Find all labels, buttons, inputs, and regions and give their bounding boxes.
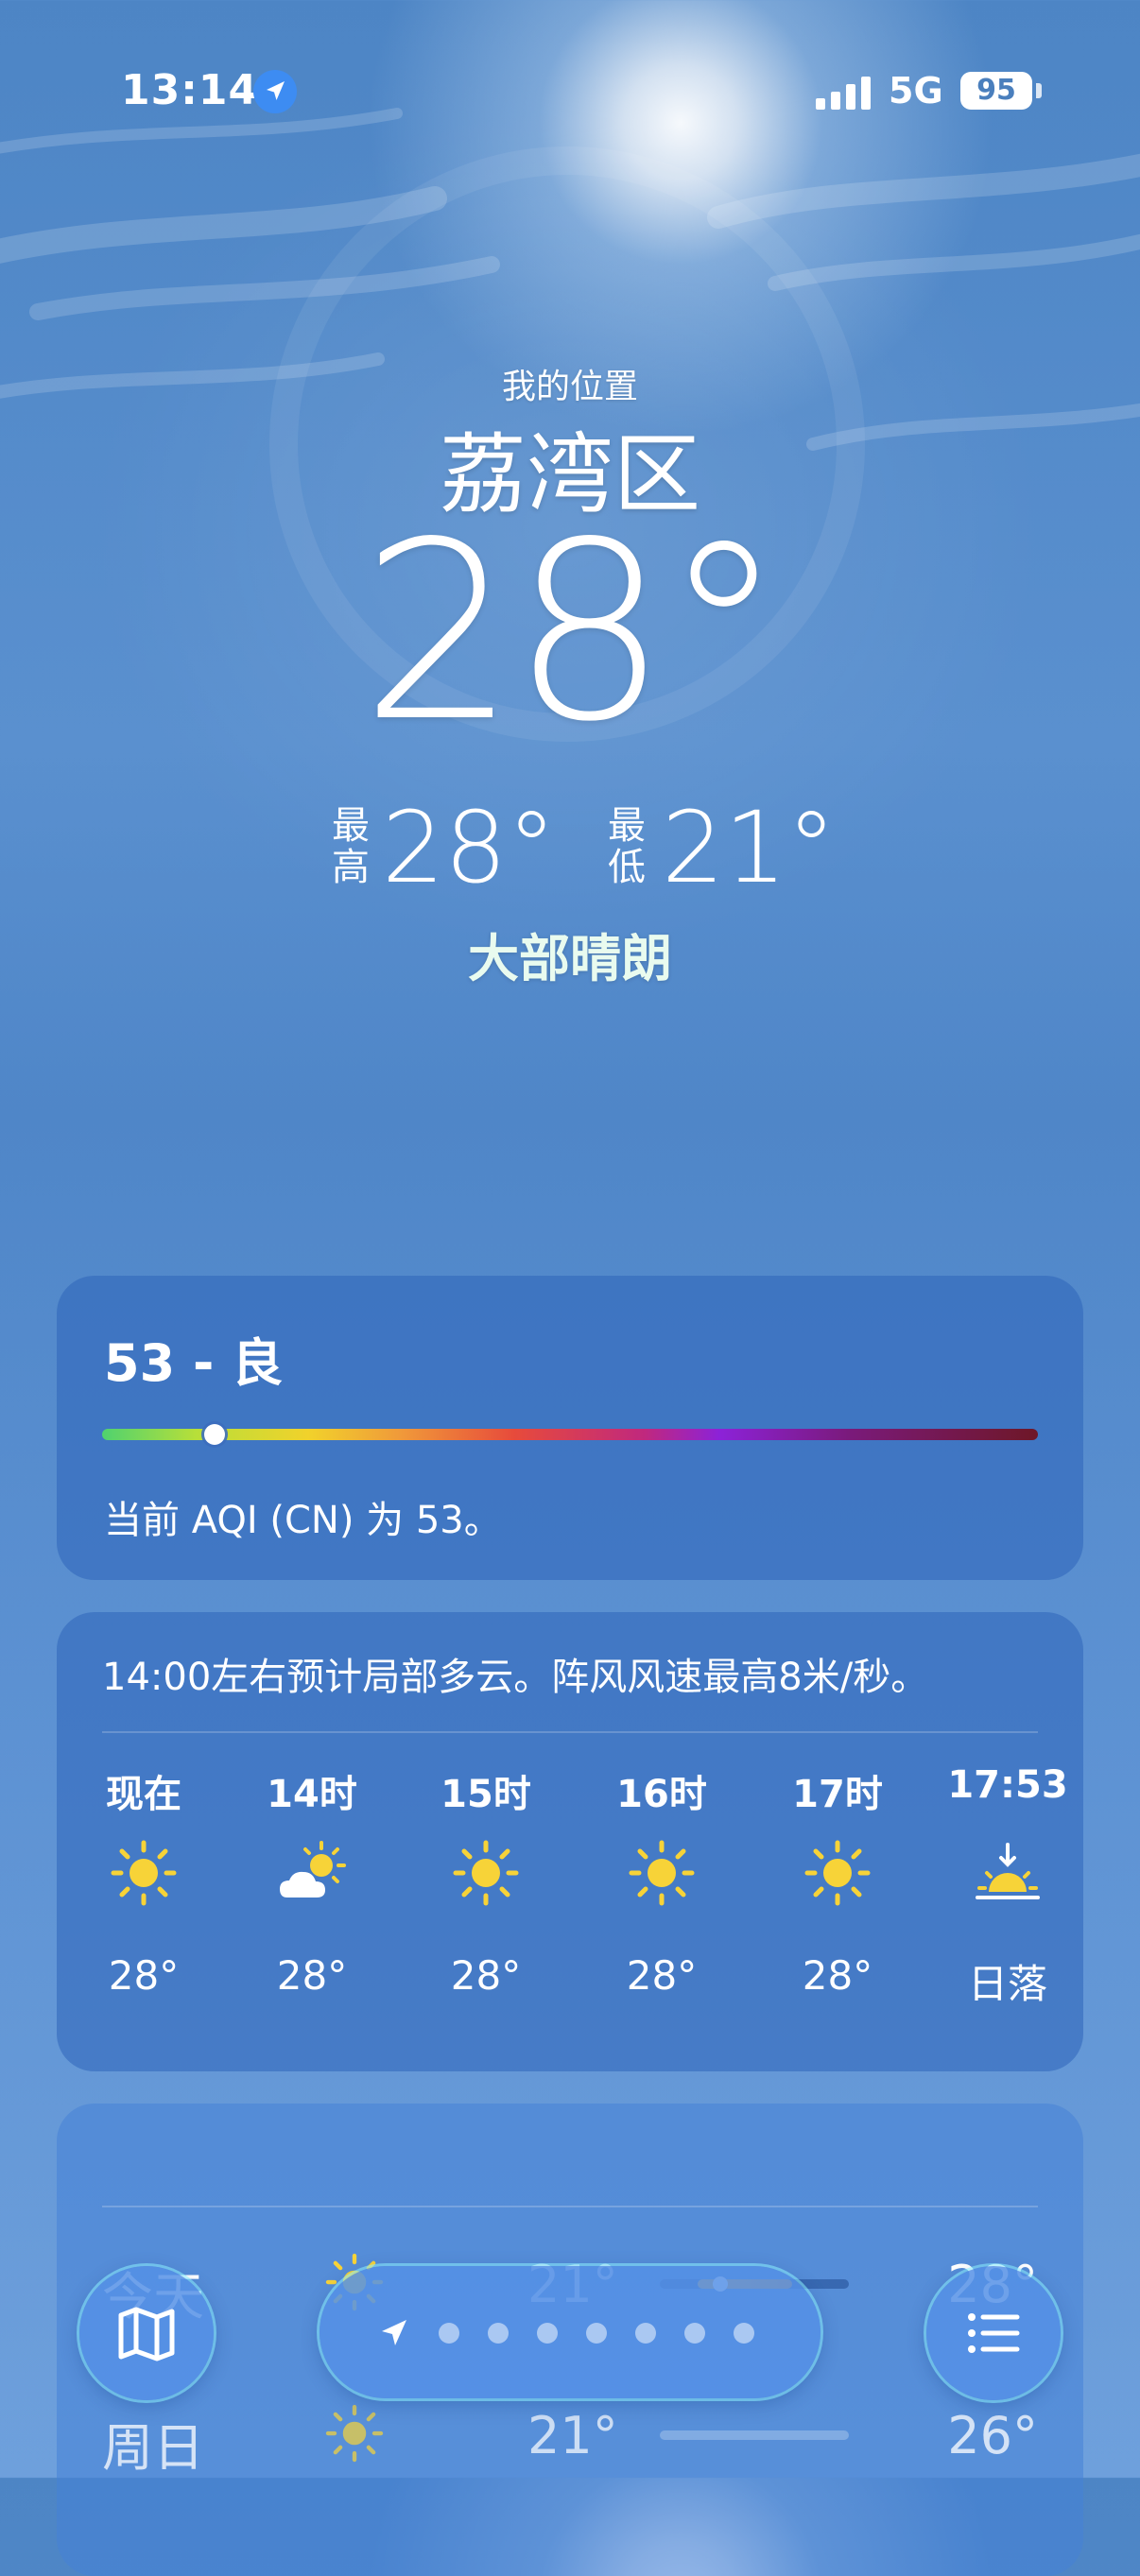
page-dot[interactable] <box>586 2323 607 2344</box>
hour-label: 16时 <box>616 1773 707 1816</box>
hour-item[interactable]: 16时 28° <box>596 1763 728 2047</box>
status-bar: 13:14 5G 95 <box>0 62 1140 119</box>
sun-icon <box>111 1840 177 1906</box>
current-temperature: 28° <box>360 490 786 776</box>
location-arrow-icon <box>382 2320 406 2345</box>
hour-label: 15时 <box>440 1773 531 1816</box>
sun-icon <box>453 1840 519 1906</box>
hour-label: 17时 <box>792 1773 883 1816</box>
day-row[interactable]: 周日 21° 26° <box>102 2396 1038 2482</box>
hourly-forecast-card[interactable]: 14:00左右预计局部多云。阵风风速最高8米/秒。 现在 28° 14时 28°… <box>57 1612 1083 2071</box>
condition-text: 大部晴朗 <box>468 929 672 988</box>
high-value: 28° <box>382 790 557 905</box>
page-indicator[interactable] <box>320 2266 820 2398</box>
location-label: 我的位置 <box>501 368 638 406</box>
air-quality-card[interactable]: 53 - 良 当前 AQI (CN) 为 53。 <box>57 1276 1083 1580</box>
page-dot[interactable] <box>684 2323 705 2344</box>
hourly-summary: 14:00左右预计局部多云。阵风风速最高8米/秒。 <box>102 1656 929 1699</box>
location-services-icon <box>253 70 297 113</box>
sun-icon <box>325 2404 384 2463</box>
hourly-divider <box>102 1731 1038 1733</box>
daily-divider <box>102 2206 1038 2207</box>
hour-label: 17:53 <box>947 1763 1068 1807</box>
sun-icon <box>629 1840 695 1906</box>
aqi-description: 当前 AQI (CN) 为 53。 <box>104 1499 502 1542</box>
page-dot[interactable] <box>537 2323 558 2344</box>
page-dot[interactable] <box>734 2323 754 2344</box>
aqi-scale-bar <box>102 1429 1038 1440</box>
page-dot[interactable] <box>488 2323 509 2344</box>
page-dot[interactable] <box>635 2323 656 2344</box>
signal-icon <box>816 77 871 110</box>
low-label: 最低 <box>608 804 646 889</box>
hour-item[interactable]: 17:53 日落 <box>941 1763 1074 2047</box>
location-list-button[interactable] <box>926 2266 1061 2400</box>
page-dot[interactable] <box>439 2323 459 2344</box>
hour-temp: 日落 <box>967 1961 1047 2007</box>
status-time: 13:14 <box>121 66 259 114</box>
hour-temp: 28° <box>626 1952 698 1999</box>
map-button[interactable] <box>79 2266 214 2400</box>
list-icon <box>968 2313 1020 2353</box>
hour-label: 14时 <box>267 1773 357 1816</box>
hour-item[interactable]: 14时 28° <box>246 1763 378 2047</box>
aqi-title: 53 - 良 <box>104 1333 284 1393</box>
hour-temp: 28° <box>276 1952 348 1999</box>
battery-icon: 95 <box>960 72 1032 110</box>
high-low: 最高 28° 最低 21° <box>0 796 1140 900</box>
hour-temp: 28° <box>450 1952 522 1999</box>
battery-tip <box>1036 83 1042 98</box>
hour-temp: 28° <box>802 1952 873 1999</box>
high-label: 最高 <box>332 804 370 889</box>
hour-item[interactable]: 现在 28° <box>78 1763 210 2047</box>
hour-temp: 28° <box>108 1952 180 1999</box>
sun-icon <box>804 1840 871 1906</box>
partly-cloudy-icon <box>280 1841 346 1898</box>
day-high: 26° <box>947 2406 1038 2465</box>
hour-item[interactable]: 17时 28° <box>771 1763 904 2047</box>
aqi-indicator <box>203 1424 225 1445</box>
day-name: 周日 <box>102 2418 204 2478</box>
sunset-icon <box>976 1843 1040 1899</box>
hour-item[interactable]: 15时 28° <box>420 1763 552 2047</box>
day-low: 21° <box>527 2406 618 2465</box>
network-type: 5G <box>889 70 943 112</box>
temp-range-bar <box>660 2430 849 2440</box>
map-icon <box>118 2307 175 2361</box>
low-value: 21° <box>662 790 837 905</box>
hour-label: 现在 <box>106 1773 181 1816</box>
